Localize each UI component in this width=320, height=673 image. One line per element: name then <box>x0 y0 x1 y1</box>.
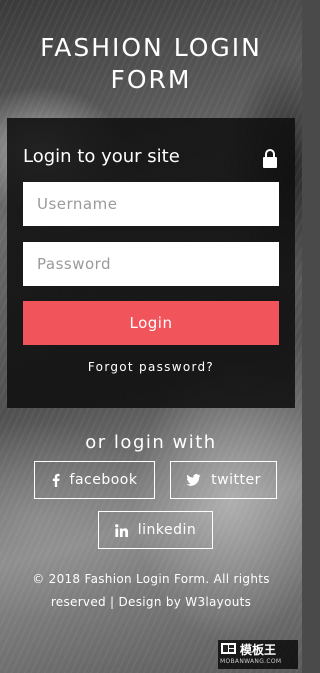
password-input[interactable] <box>23 242 279 286</box>
forgot-password-link[interactable]: Forgot password? <box>7 360 295 374</box>
site-watermark: 模板王 MOBANWANG.COM <box>218 640 298 669</box>
twitter-button[interactable]: twitter <box>170 461 277 499</box>
logo-icon <box>221 643 236 654</box>
login-button[interactable]: Login <box>23 301 279 345</box>
login-heading: Login to your site <box>23 146 180 167</box>
watermark-domain: MOBANWANG.COM <box>220 658 282 665</box>
twitter-label: twitter <box>211 472 261 488</box>
login-button-label: Login <box>129 314 173 332</box>
footer-copyright: © 2018 Fashion Login Form. All rights re… <box>32 572 270 609</box>
watermark-title: 模板王 <box>240 643 277 657</box>
social-login-heading: or login with <box>85 432 217 453</box>
page-content: FASHION LOGIN FORM Login to your site Lo… <box>0 0 302 673</box>
username-input[interactable] <box>23 182 279 226</box>
lock-icon <box>263 149 277 168</box>
facebook-button[interactable]: facebook <box>34 461 155 499</box>
linkedin-label: linkedin <box>137 522 197 538</box>
facebook-icon <box>52 473 60 487</box>
facebook-label: facebook <box>69 472 138 488</box>
login-panel: Login to your site Login Forgot password… <box>7 118 295 408</box>
twitter-icon <box>186 474 201 486</box>
linkedin-button[interactable]: linkedin <box>98 511 213 549</box>
linkedin-icon <box>114 523 128 537</box>
page-title: FASHION LOGIN FORM <box>40 33 262 94</box>
